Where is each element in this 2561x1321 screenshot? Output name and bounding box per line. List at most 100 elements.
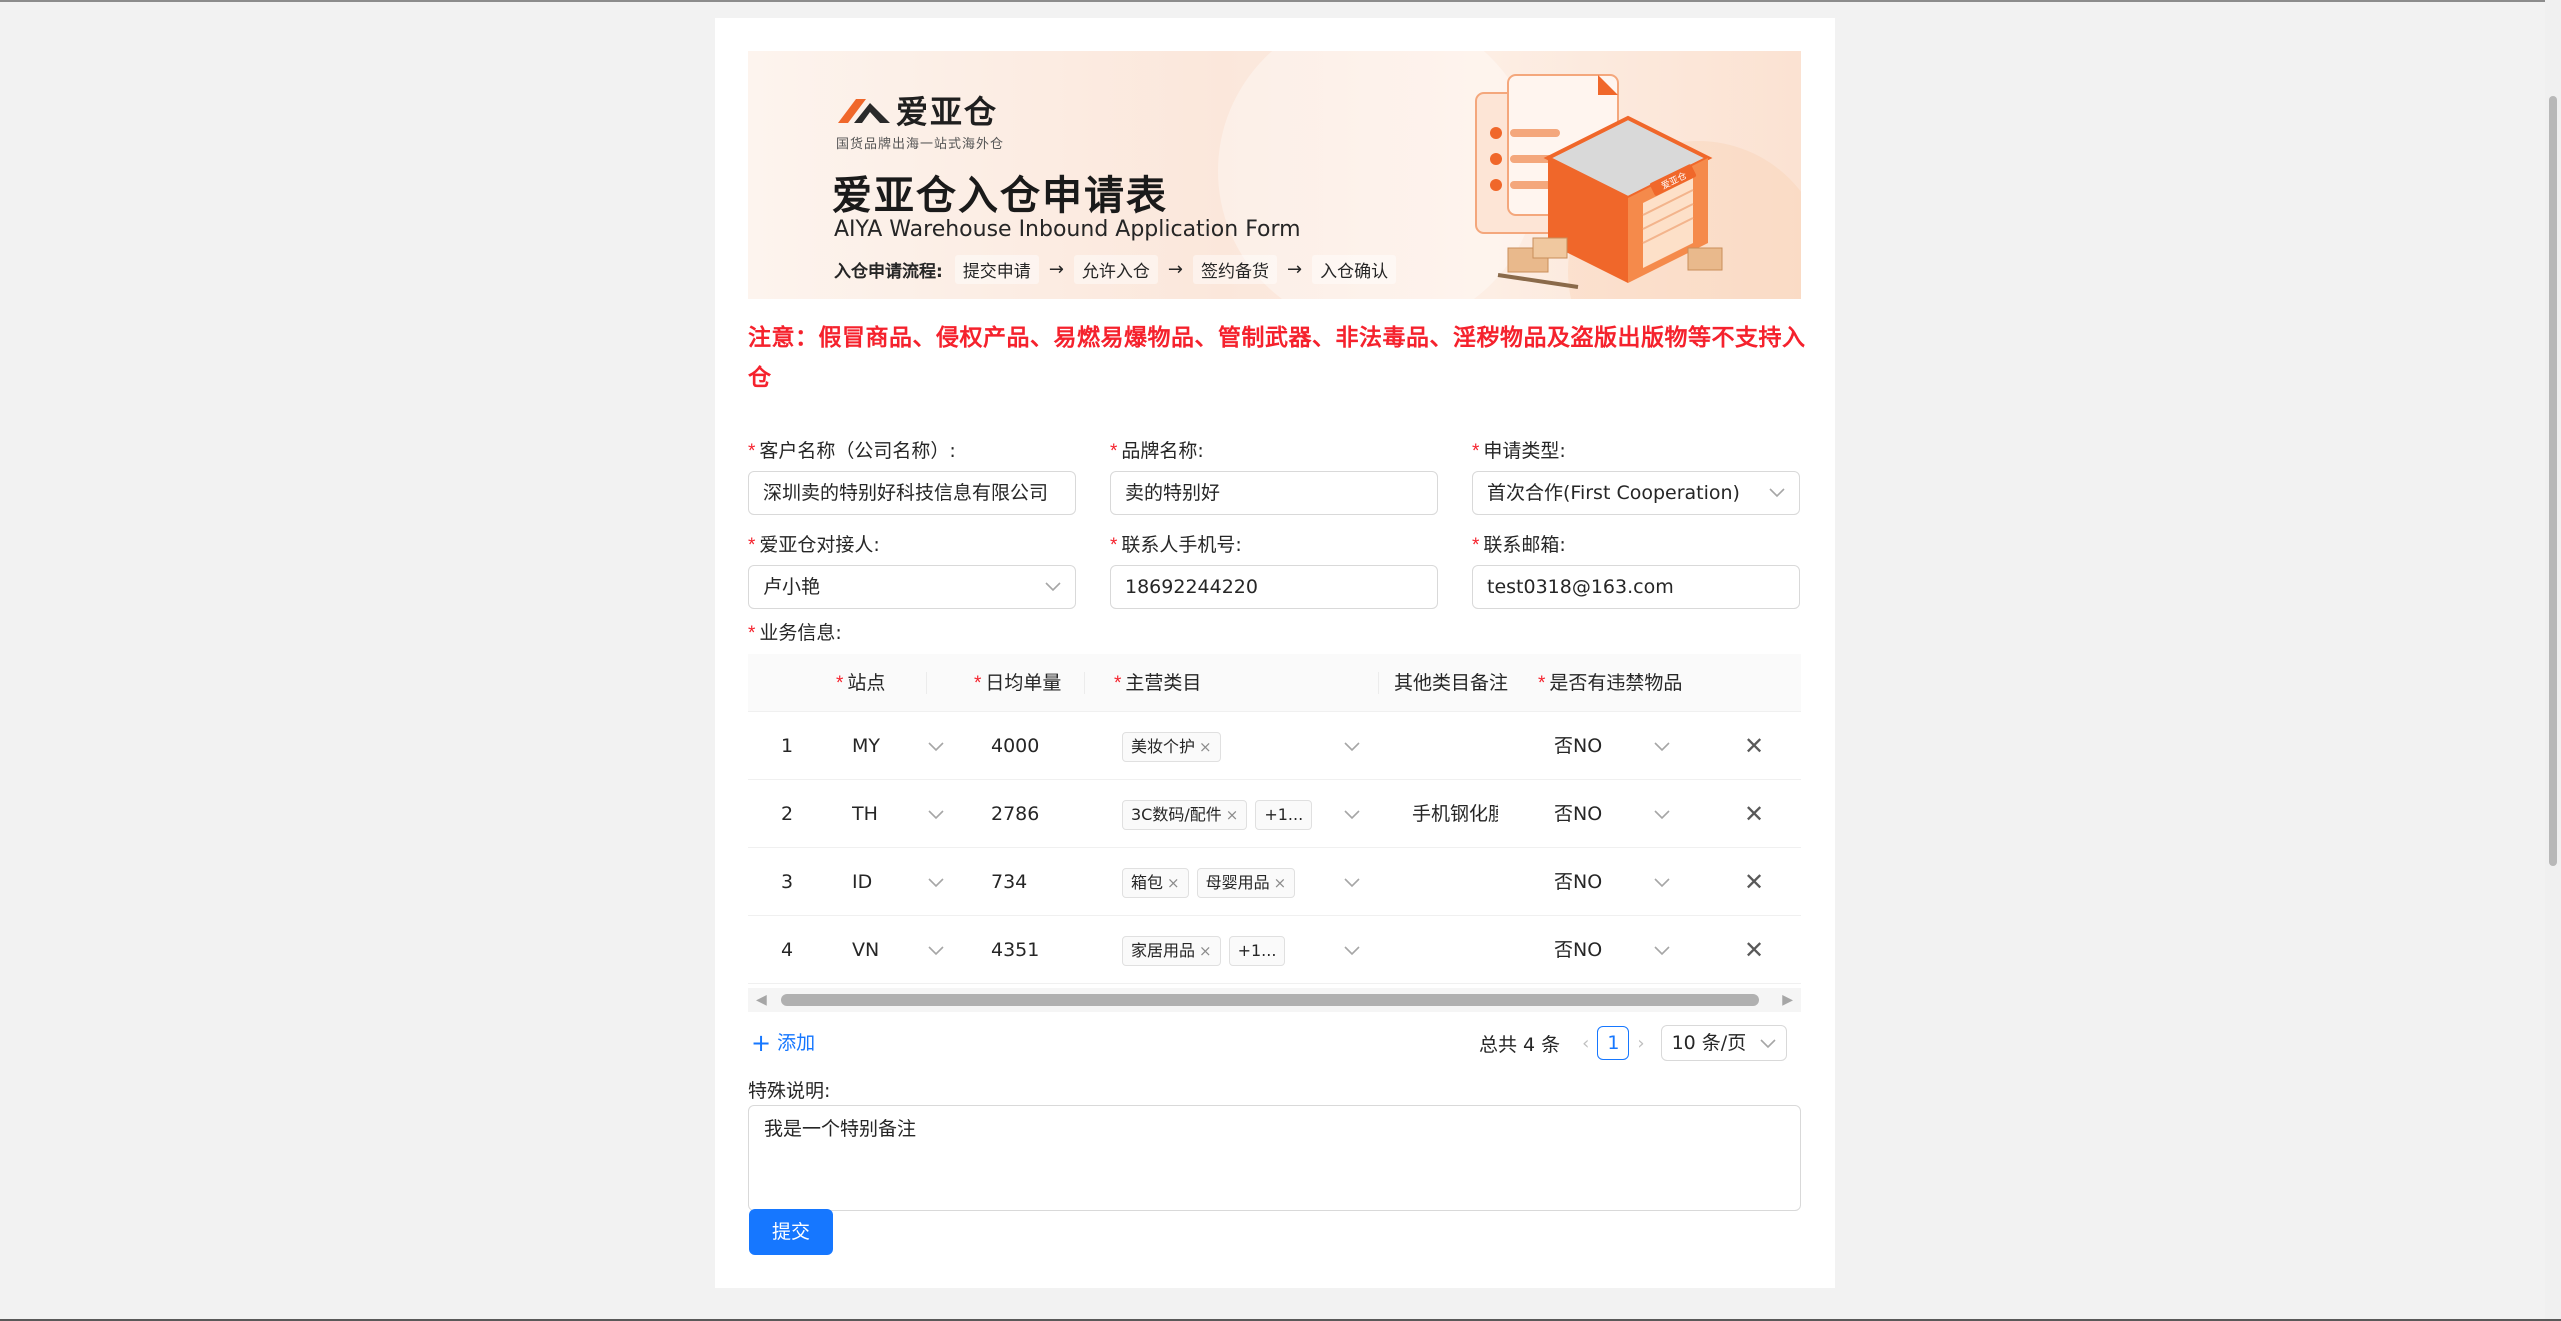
header-banner: 爱亚仓 国货品牌出海一站式海外仓 爱亚仓入仓申请表 AIYA Warehouse… <box>748 51 1801 299</box>
column-separator <box>926 672 928 694</box>
category-tag: 箱包 × <box>1122 867 1189 898</box>
prev-page-icon[interactable]: ‹ <box>1582 1033 1589 1054</box>
required-mark: * <box>1472 441 1480 462</box>
prohibited-select[interactable]: 否NO <box>1554 780 1670 848</box>
scrollbar-thumb[interactable] <box>781 994 1759 1006</box>
header-daily-orders: * 日均单量 <box>974 654 1086 712</box>
business-info-label: * 业务信息: <box>748 621 842 645</box>
add-row-label: 添加 <box>777 1032 816 1054</box>
category-multiselect[interactable]: 3C数码/配件 × +1... <box>1122 780 1360 848</box>
email-label-text: 联系邮箱: <box>1483 534 1566 556</box>
brand-name-field: * 品牌名称: 卖的特别好 <box>1110 439 1438 515</box>
brand-name-label-text: 品牌名称: <box>1121 440 1204 462</box>
site-select[interactable]: MY <box>852 712 944 780</box>
prohibited-select[interactable]: 否NO <box>1554 848 1670 916</box>
customer-name-label-text: 客户名称（公司名称）: <box>759 440 956 462</box>
tag-text: 美妆个护 <box>1131 736 1196 756</box>
submit-button[interactable]: 提交 <box>749 1209 833 1255</box>
arrow-right-icon: → <box>1287 259 1303 280</box>
apply-type-select[interactable]: 首次合作(First Cooperation) <box>1472 471 1800 515</box>
site-select[interactable]: ID <box>852 848 944 916</box>
process-flow: 入仓申请流程: 提交申请 → 允许入仓 → 签约备货 → 入仓确认 <box>834 255 1397 284</box>
page-1-button[interactable]: 1 <box>1597 1026 1630 1060</box>
page-vertical-scrollbar[interactable] <box>2545 0 2561 1321</box>
tag-text: 箱包 <box>1131 872 1164 892</box>
header-site-text: 站点 <box>847 672 886 694</box>
other-category-input[interactable] <box>1412 916 1498 984</box>
category-multiselect[interactable]: 美妆个护 × <box>1122 712 1360 780</box>
scrollbar-thumb[interactable] <box>2549 96 2557 866</box>
close-icon[interactable]: × <box>1167 874 1180 892</box>
required-mark: * <box>748 441 756 462</box>
phone-value: 18692244220 <box>1125 576 1258 598</box>
flow-step: 入仓确认 <box>1312 255 1397 284</box>
chevron-down-icon <box>1344 780 1360 848</box>
close-icon[interactable]: × <box>1199 738 1212 756</box>
daily-orders-input[interactable]: 4000 <box>991 712 1039 780</box>
other-category-input[interactable]: 手机钢化膜 <box>1412 780 1498 848</box>
prohibited-value: 否NO <box>1554 803 1603 825</box>
scroll-left-icon[interactable]: ◀ <box>756 992 767 1008</box>
chevron-down-icon <box>1045 566 1061 608</box>
daily-orders-input[interactable]: 734 <box>991 848 1027 916</box>
category-multiselect[interactable]: 家居用品 × +1... <box>1122 916 1360 984</box>
daily-orders-input[interactable]: 2786 <box>991 780 1039 848</box>
other-category-input[interactable] <box>1412 848 1498 916</box>
site-select[interactable]: VN <box>852 916 944 984</box>
add-row-button[interactable]: + 添加 <box>751 1028 815 1058</box>
email-input[interactable]: test0318@163.com <box>1472 565 1800 609</box>
table-horizontal-scrollbar[interactable]: ◀ ▶ <box>748 988 1801 1012</box>
required-mark: * <box>1114 673 1122 694</box>
site-select[interactable]: TH <box>852 780 944 848</box>
customer-name-value: 深圳卖的特别好科技信息有限公司 <box>763 482 1049 504</box>
row-index: 4 <box>781 939 794 961</box>
special-note-textarea[interactable]: 我是一个特别备注 <box>748 1105 1801 1211</box>
next-page-icon[interactable]: › <box>1637 1033 1644 1054</box>
brand-name-input[interactable]: 卖的特别好 <box>1110 471 1438 515</box>
business-table: * 站点 * 日均单量 * 主营类目 其他类目备注 * 是否有违禁物品 1 MY 400… <box>748 654 1801 1016</box>
email-value: test0318@163.com <box>1487 576 1674 598</box>
customer-name-input[interactable]: 深圳卖的特别好科技信息有限公司 <box>748 471 1076 515</box>
required-mark: * <box>1472 535 1480 556</box>
page-size-select[interactable]: 10 条/页 <box>1660 1025 1787 1061</box>
delete-row-icon[interactable]: ✕ <box>1744 712 1764 780</box>
more-tags-badge[interactable]: +1... <box>1228 935 1286 966</box>
site-value: TH <box>852 803 878 825</box>
business-info-label-text: 业务信息: <box>759 622 842 644</box>
chevron-down-icon <box>928 916 944 984</box>
daily-orders-input[interactable]: 4351 <box>991 916 1039 984</box>
tag-text: 母婴用品 <box>1205 872 1270 892</box>
close-icon[interactable]: × <box>1226 806 1239 824</box>
close-icon[interactable]: × <box>1274 874 1287 892</box>
category-multiselect[interactable]: 箱包 × 母婴用品 × <box>1122 848 1360 916</box>
other-category-input[interactable] <box>1412 712 1498 780</box>
prohibited-value: 否NO <box>1554 871 1603 893</box>
delete-row-icon[interactable]: ✕ <box>1744 848 1764 916</box>
prohibited-select[interactable]: 否NO <box>1554 712 1670 780</box>
category-tag: 家居用品 × <box>1122 935 1221 966</box>
brand-name-value: 卖的特别好 <box>1125 482 1221 504</box>
flow-step: 提交申请 <box>954 255 1039 284</box>
more-tags-badge[interactable]: +1... <box>1255 799 1313 830</box>
chevron-down-icon <box>1760 1026 1776 1060</box>
prohibited-select[interactable]: 否NO <box>1554 916 1670 984</box>
arrow-right-icon: → <box>1167 259 1183 280</box>
delete-row-icon[interactable]: ✕ <box>1744 916 1764 984</box>
scroll-right-icon[interactable]: ▶ <box>1782 992 1793 1008</box>
header-category-text: 主营类目 <box>1125 672 1202 694</box>
phone-label: * 联系人手机号: <box>1110 533 1438 557</box>
header-daily-orders-text: 日均单量 <box>985 672 1062 694</box>
header-category: * 主营类目 <box>1114 654 1380 712</box>
close-icon[interactable]: × <box>1199 942 1212 960</box>
chevron-down-icon <box>1654 848 1670 916</box>
site-value: ID <box>852 871 873 893</box>
table-row: 1 MY 4000 美妆个护 × 否NO ✕ <box>748 712 1801 780</box>
delete-row-icon[interactable]: ✕ <box>1744 780 1764 848</box>
header-site: * 站点 <box>836 654 928 712</box>
category-tag: 美妆个护 × <box>1122 731 1221 762</box>
table-row: 2 TH 2786 3C数码/配件 × +1... 手机钢化膜 否NO ✕ <box>748 780 1801 848</box>
warehouse-illustration: 爱亚仓 <box>1475 74 1723 289</box>
category-tag: 3C数码/配件 × <box>1122 799 1248 830</box>
phone-input[interactable]: 18692244220 <box>1110 565 1438 609</box>
contact-person-select[interactable]: 卢小艳 <box>748 565 1076 609</box>
